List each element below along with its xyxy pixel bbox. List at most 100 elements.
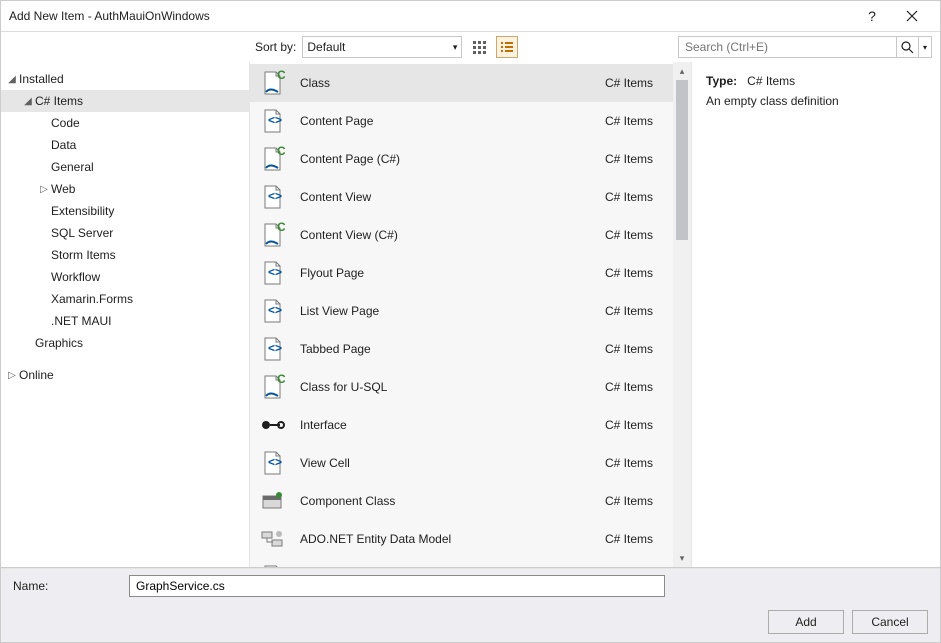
footer: Add Cancel — [1, 602, 940, 642]
file-icon: <> — [258, 259, 286, 287]
template-row[interactable]: Application Configuration FileC# Items — [250, 558, 673, 567]
name-row: Name: — [1, 568, 940, 602]
tree-child[interactable]: SQL Server — [1, 222, 249, 244]
template-row[interactable]: C#ClassC# Items — [250, 64, 673, 102]
template-row[interactable]: ADO.NET Entity Data ModelC# Items — [250, 520, 673, 558]
add-button[interactable]: Add — [768, 610, 844, 634]
tree-child-label: General — [51, 160, 94, 174]
tree-child-label: Web — [51, 182, 75, 196]
template-category: C# Items — [605, 456, 653, 470]
help-button[interactable]: ? — [852, 2, 892, 30]
svg-text:C#: C# — [277, 222, 285, 234]
template-row[interactable]: C# Content Page (C#)C# Items — [250, 140, 673, 178]
tree-child[interactable]: Xamarin.Forms — [1, 288, 249, 310]
template-list: C#ClassC# Items<>Content PageC# ItemsC#C… — [250, 62, 673, 567]
template-category: C# Items — [605, 304, 653, 318]
template-name: Content View — [300, 190, 605, 204]
template-row[interactable]: <>Flyout PageC# Items — [250, 254, 673, 292]
file-icon: C# — [258, 221, 286, 249]
tree-child[interactable]: .NET MAUI — [1, 310, 249, 332]
tree-child[interactable]: Storm Items — [1, 244, 249, 266]
tree-child[interactable]: Workflow — [1, 266, 249, 288]
name-input[interactable] — [129, 575, 665, 597]
sort-by-label: Sort by: — [255, 40, 296, 54]
template-category: C# Items — [605, 380, 653, 394]
template-row[interactable]: C#Content View (C#)C# Items — [250, 216, 673, 254]
search-input[interactable] — [678, 36, 896, 58]
tree-child-label: SQL Server — [51, 226, 113, 240]
name-label: Name: — [13, 579, 129, 593]
svg-text:C#: C# — [277, 70, 285, 82]
svg-text:<>: <> — [268, 455, 282, 469]
file-icon: C# — [258, 373, 286, 401]
collapse-icon: ◢ — [5, 74, 19, 85]
details-description: An empty class definition — [706, 94, 926, 108]
template-category: C# Items — [605, 76, 653, 90]
template-name: Interface — [300, 418, 605, 432]
template-row[interactable]: <>Content ViewC# Items — [250, 178, 673, 216]
category-tree: ◢ Installed ◢ C# Items CodeDataGeneral▷W… — [1, 62, 249, 567]
template-name: Content Page (C#) — [300, 152, 605, 166]
search-dropdown-button[interactable]: ▾ — [918, 36, 932, 58]
tree-child-label: Code — [51, 116, 80, 130]
template-row[interactable]: <>Tabbed PageC# Items — [250, 330, 673, 368]
search-button[interactable] — [896, 36, 918, 58]
template-name: Content Page — [300, 114, 605, 128]
tree-child-label: .NET MAUI — [51, 314, 111, 328]
add-new-item-dialog: Add New Item - AuthMauiOnWindows ? Sort … — [0, 0, 941, 643]
template-scrollbar[interactable]: ▴ ▾ — [673, 62, 691, 567]
expand-icon: ▷ — [37, 184, 51, 195]
template-name: ADO.NET Entity Data Model — [300, 532, 605, 546]
template-name: List View Page — [300, 304, 605, 318]
svg-text:<>: <> — [268, 341, 282, 355]
tree-installed[interactable]: ◢ Installed — [1, 68, 249, 90]
sort-by-select[interactable]: Default ▾ — [302, 36, 462, 58]
template-row[interactable]: InterfaceC# Items — [250, 406, 673, 444]
template-category: C# Items — [605, 494, 653, 508]
template-name: Tabbed Page — [300, 342, 605, 356]
tree-child-label: Extensibility — [51, 204, 114, 218]
cancel-button[interactable]: Cancel — [852, 610, 928, 634]
tree-graphics[interactable]: Graphics — [1, 332, 249, 354]
scroll-thumb[interactable] — [676, 80, 688, 240]
template-category: C# Items — [605, 228, 653, 242]
collapse-icon: ◢ — [21, 96, 35, 107]
details-pane: Type: C# Items An empty class definition — [692, 62, 940, 567]
search-icon — [901, 41, 914, 54]
template-name: Flyout Page — [300, 266, 605, 280]
view-grid-button[interactable] — [468, 36, 490, 58]
file-icon: <> — [258, 449, 286, 477]
tree-child[interactable]: Extensibility — [1, 200, 249, 222]
template-row[interactable]: <> View CellC# Items — [250, 444, 673, 482]
tree-child[interactable]: ▷Web — [1, 178, 249, 200]
chevron-down-icon: ▾ — [453, 42, 458, 53]
svg-text:C#: C# — [277, 146, 285, 158]
tree-child[interactable]: General — [1, 156, 249, 178]
scroll-up-icon[interactable]: ▴ — [673, 62, 691, 80]
tree-child-label: Workflow — [51, 270, 100, 284]
svg-text:C#: C# — [277, 374, 285, 386]
view-list-button[interactable] — [496, 36, 518, 58]
template-name: Class for U-SQL — [300, 380, 605, 394]
tree-csharp-items[interactable]: ◢ C# Items — [1, 90, 249, 112]
svg-text:<>: <> — [268, 113, 282, 127]
template-name: View Cell — [300, 456, 605, 470]
template-row[interactable]: <>Content PageC# Items — [250, 102, 673, 140]
template-row[interactable]: <> List View PageC# Items — [250, 292, 673, 330]
svg-text:<>: <> — [268, 303, 282, 317]
tree-online[interactable]: ▷ Online — [1, 364, 249, 386]
template-category: C# Items — [605, 418, 653, 432]
tree-child[interactable]: Data — [1, 134, 249, 156]
template-category: C# Items — [605, 532, 653, 546]
template-category: C# Items — [605, 152, 653, 166]
scroll-down-icon[interactable]: ▾ — [673, 549, 691, 567]
file-icon: C# — [258, 69, 286, 97]
template-row[interactable]: C# Class for U-SQLC# Items — [250, 368, 673, 406]
titlebar: Add New Item - AuthMauiOnWindows ? — [1, 1, 940, 31]
details-type-label: Type: — [706, 74, 737, 88]
template-name: Component Class — [300, 494, 605, 508]
tree-child[interactable]: Code — [1, 112, 249, 134]
close-button[interactable] — [892, 2, 932, 30]
tree-child-label: Data — [51, 138, 76, 152]
template-row[interactable]: Component ClassC# Items — [250, 482, 673, 520]
